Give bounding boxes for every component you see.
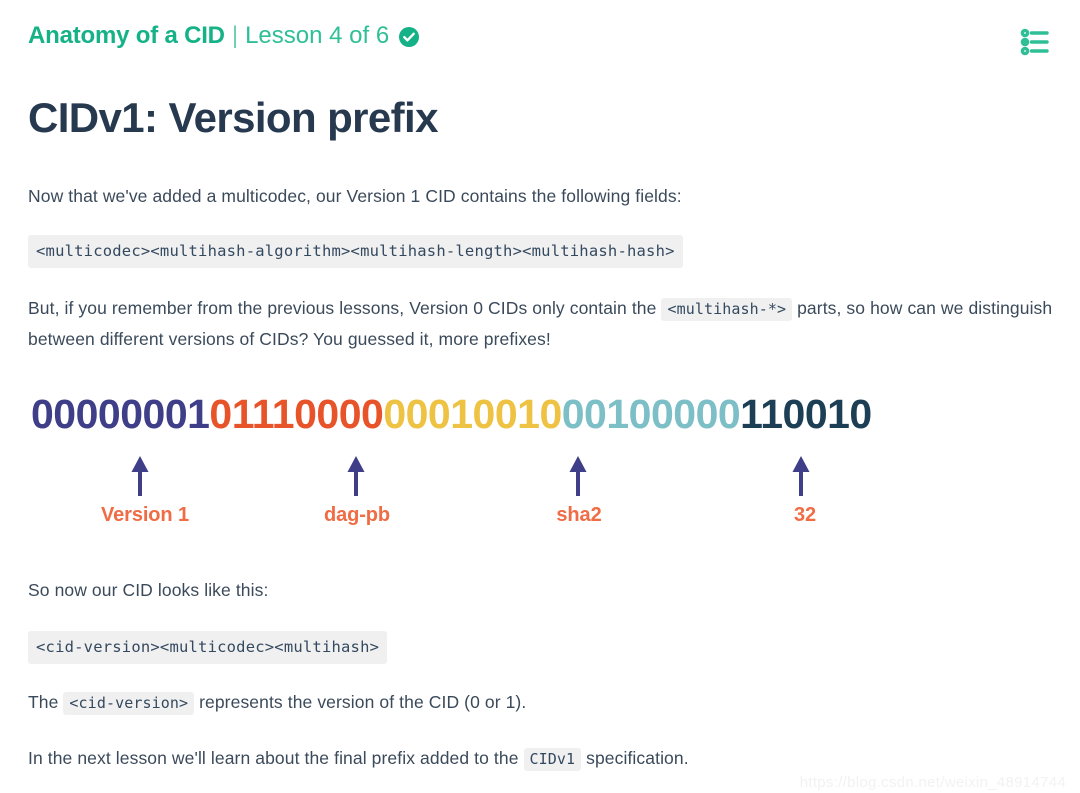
- segment-label-hash-length: 32: [793, 504, 817, 526]
- watermark: https://blog.csdn.net/weixin_48914744: [799, 774, 1066, 791]
- cid-version-paragraph-text-part1: The: [28, 692, 64, 712]
- page-title: CIDv1: Version prefix: [28, 94, 438, 141]
- version0-paragraph: But, if you remember from the previous l…: [28, 293, 1058, 354]
- arrow-up-icon-hash-length: [790, 454, 812, 496]
- check-circle-icon: [399, 27, 420, 47]
- binary-segment-multicodec: 01110000: [209, 391, 384, 437]
- cid-structure-code-block: <cid-version><multicodec><multihash>: [28, 631, 388, 664]
- cid-version-paragraph-text-part2: represents the version of the CID (0 or …: [194, 692, 527, 712]
- list-menu-icon[interactable]: [1019, 25, 1053, 59]
- lesson-breadcrumb: Anatomy of a CID | Lesson 4 of 6: [28, 22, 420, 49]
- multihash-wildcard-code: <multihash-*>: [661, 298, 793, 321]
- segment-label-version: Version 1: [100, 504, 190, 526]
- version0-paragraph-text-part1: But, if you remember from the previous l…: [28, 298, 662, 318]
- next-lesson-paragraph-text-part2: specification.: [581, 748, 689, 768]
- cid-structure-paragraph-text: So now our CID looks like this:: [28, 580, 269, 600]
- cidv1-code: CIDv1: [523, 748, 582, 771]
- binary-prefix-diagram: 00000001011100000001001000100000110010 V…: [0, 386, 1080, 566]
- breadcrumb-separator: |: [231, 22, 239, 49]
- segment-label-hash-algorithm: sha2: [556, 504, 602, 526]
- binary-segment-version: 00000001: [31, 391, 210, 437]
- next-lesson-paragraph: In the next lesson we'll learn about the…: [28, 743, 988, 774]
- cid-version-code: <cid-version>: [63, 692, 195, 715]
- lesson-counter: Lesson 4 of 6: [245, 22, 390, 49]
- arrow-up-icon-hash-algorithm: [567, 454, 589, 496]
- segment-label-multicodec: dag-pb: [323, 504, 391, 526]
- binary-segment-hash-length: 00100000: [561, 391, 741, 437]
- cid-fields-code-block: <multicodec><multihash-algorithm><multih…: [28, 235, 683, 268]
- intro-paragraph-text: Now that we've added a multicodec, our V…: [28, 186, 682, 206]
- cid-structure-paragraph: So now our CID looks like this:: [28, 575, 728, 605]
- next-lesson-paragraph-text-part1: In the next lesson we'll learn about the…: [28, 748, 524, 768]
- binary-segment-hash-algorithm: 00010010: [383, 391, 562, 437]
- cid-version-paragraph: The <cid-version> represents the version…: [28, 687, 928, 718]
- course-title[interactable]: Anatomy of a CID: [28, 24, 225, 48]
- arrow-up-icon-version: [129, 454, 151, 496]
- arrow-up-icon-multicodec: [345, 454, 367, 496]
- binary-bit-string: 00000001011100000001001000100000110010: [31, 386, 872, 442]
- binary-segment-hash-digest: 110010: [740, 391, 872, 437]
- intro-paragraph: Now that we've added a multicodec, our V…: [28, 181, 1028, 211]
